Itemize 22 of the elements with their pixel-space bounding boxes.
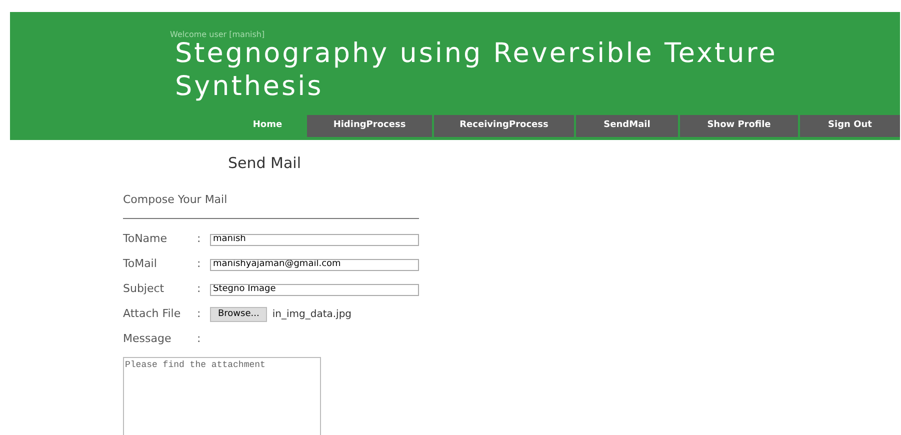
form-heading: Compose Your Mail (123, 192, 228, 208)
nav-tab[interactable]: SendMail (576, 115, 678, 137)
file-name: in_img_data.jpg (272, 308, 352, 322)
field-label: Message (123, 331, 172, 348)
field-colon: : (197, 281, 202, 298)
site-title: Stegnography using Reversible Texture Synthesis (175, 38, 778, 103)
field-label: Attach File (123, 306, 182, 322)
browse-button[interactable]: Browse... (210, 307, 268, 322)
nav-tab[interactable]: ReceivingProcess (434, 115, 574, 137)
page-title: Send Mail (228, 153, 302, 174)
message-field[interactable]: Please find the attachment (123, 357, 321, 435)
welcome-text: Welcome user [manish] (170, 29, 265, 41)
field-colon: : (197, 306, 202, 322)
field-label: ToMail (123, 256, 158, 272)
field-label: ToName (123, 231, 168, 248)
nav-tab[interactable]: Sign Out (800, 115, 900, 137)
field-colon: : (197, 231, 202, 248)
field-colon: : (197, 331, 202, 348)
nav-tab[interactable]: Show Profile (680, 115, 798, 137)
field-colon: : (197, 256, 202, 272)
nav-tab[interactable]: HidingProcess (307, 115, 432, 137)
field-label: Subject (123, 281, 166, 298)
